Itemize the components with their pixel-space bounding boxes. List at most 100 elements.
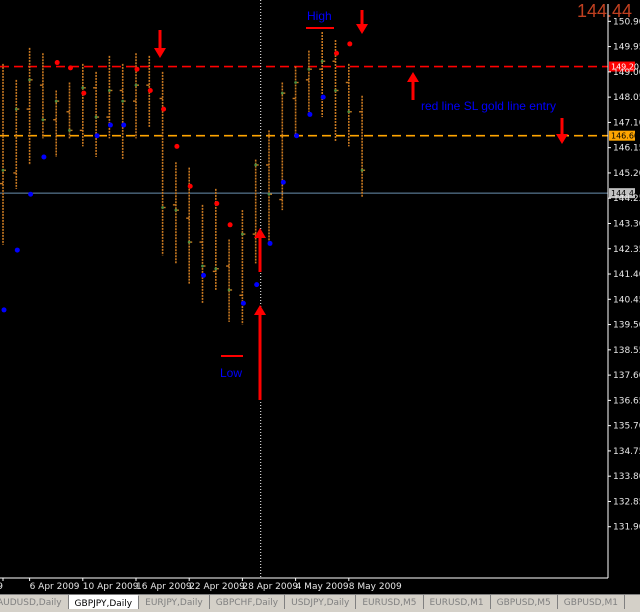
chart-tab[interactable]: GBPCHF,Daily: [210, 595, 286, 609]
price-tick-label: 143.30: [613, 219, 640, 229]
ohlc-close-mark: [294, 81, 297, 84]
sar-dot: [280, 179, 286, 185]
ohlc-close-mark: [68, 128, 71, 132]
sar-dot: [41, 154, 47, 160]
sar-dot: [307, 111, 313, 117]
sar-dot: [227, 222, 233, 228]
price-level-label: 146.60: [611, 132, 639, 141]
sar-dot: [347, 41, 353, 47]
chart-tab[interactable]: GBPJPY,Daily: [68, 595, 140, 609]
arrow-down-1-head: [154, 48, 166, 58]
price-tick-label: 138.55: [613, 346, 640, 356]
ohlc-chart[interactable]: 149.20146.60144.44 HighLowred line SL go…: [0, 0, 640, 594]
ohlc-close-mark: [227, 288, 231, 292]
ohlc-close-mark: [320, 59, 324, 63]
sar-dot: [1, 307, 7, 313]
chart-tab[interactable]: GBPUSD,M1: [558, 595, 625, 609]
price-tick-label: 149.00: [613, 68, 640, 78]
strategy-note: red line SL gold line entry: [421, 99, 556, 113]
sar-dot: [134, 66, 140, 72]
ohlc-close-mark: [187, 240, 191, 244]
price-tick-label: 142.35: [613, 245, 640, 255]
chart-tab[interactable]: EURJPY,Daily: [139, 595, 210, 609]
arrow-up-3-head: [254, 305, 266, 315]
ohlc-close-mark: [280, 91, 284, 95]
sar-dot: [121, 122, 127, 128]
ohlc-close-mark: [347, 110, 351, 114]
chart-tab[interactable]: AUDUSD,Daily: [0, 595, 69, 609]
price-tick-label: 140.45: [613, 295, 640, 305]
price-tick-label: 146.15: [613, 144, 640, 154]
time-tick-label: 4 May 2009: [296, 582, 349, 592]
sar-dot: [214, 201, 220, 207]
price-tick-label: 137.60: [613, 371, 640, 381]
time-tick-label: 22 Apr 2009: [189, 582, 245, 592]
price-tick-label: 136.65: [613, 396, 640, 406]
ohlc-close-mark: [307, 67, 311, 71]
time-tick-label: 8 May 2009: [349, 582, 402, 592]
sar-dot: [320, 94, 326, 100]
sar-dot: [81, 90, 87, 96]
sar-dot: [187, 183, 193, 189]
price-tick-label: 135.70: [613, 422, 640, 432]
arrow-down-3-head: [556, 134, 568, 144]
sar-dot: [294, 133, 300, 139]
ohlc-close-mark: [254, 163, 258, 167]
ohlc-close-mark: [201, 264, 204, 268]
price-tick-label: 147.10: [613, 118, 640, 128]
sar-dot: [107, 122, 113, 128]
price-tick-label: 131.90: [613, 523, 640, 533]
ohlc-close-mark: [81, 86, 85, 90]
sar-dot: [28, 191, 34, 197]
price-tick-label: 134.75: [613, 447, 640, 457]
sar-dot: [147, 87, 153, 93]
sar-dot: [161, 106, 167, 112]
price-tick-label: 132.85: [613, 497, 640, 507]
sar-dot: [94, 133, 100, 139]
ohlc-close-mark: [134, 83, 138, 87]
price-tick-label: 139.50: [613, 321, 640, 331]
ohlc-close-mark: [121, 99, 125, 103]
low-label: Low: [220, 366, 242, 380]
ohlc-close-mark: [28, 78, 31, 82]
ohlc-close-mark: [161, 206, 165, 209]
sar-dot: [334, 50, 339, 56]
ohlc-close-mark: [1, 168, 5, 172]
price-tick-label: 144.25: [613, 194, 640, 204]
ohlc-close-mark: [360, 168, 364, 172]
time-tick-label: 2009: [0, 582, 3, 592]
current-price-display: 144.44: [577, 1, 632, 21]
chart-tab[interactable]: EURUSD,M5: [356, 595, 424, 609]
price-tick-label: 145.20: [613, 169, 640, 179]
chart-tab[interactable]: EURUSD,M1: [424, 595, 491, 609]
price-tick-label: 133.80: [613, 472, 640, 482]
sar-dot: [267, 240, 273, 246]
ohlc-close-mark: [214, 267, 218, 271]
sar-dot: [201, 272, 206, 278]
ohlc-close-mark: [14, 107, 18, 111]
price-tick-label: 141.40: [613, 270, 640, 280]
time-tick-label: 10 Apr 2009: [83, 582, 139, 592]
high-label: High: [307, 9, 332, 23]
arrow-up-1-head: [407, 72, 419, 82]
sar-dot: [254, 282, 260, 288]
ohlc-close-mark: [94, 115, 98, 119]
sar-dot: [68, 65, 73, 71]
sar-dot: [174, 143, 180, 149]
ohlc-close-mark: [241, 232, 244, 236]
price-tick-label: 149.95: [613, 43, 640, 53]
chart-tab[interactable]: USDJPY,Daily: [285, 595, 357, 609]
price-tick-label: 148.05: [613, 93, 640, 103]
sar-dot: [14, 247, 20, 253]
sar-dot: [240, 300, 246, 306]
ohlc-close-mark: [174, 208, 178, 212]
ohlc-close-mark: [334, 89, 337, 92]
arrow-down-2-head: [356, 24, 368, 34]
ohlc-close-mark: [41, 118, 45, 122]
time-tick-label: 16 Apr 2009: [136, 582, 192, 592]
time-tick-label: 6 Apr 2009: [30, 582, 80, 592]
symbol-tab-bar: AUDUSD,Daily GBPJPY,Daily EURJPY,Daily GBPC…: [0, 594, 640, 612]
ohlc-close-mark: [267, 192, 271, 196]
chart-tab[interactable]: GBPUSD,M5: [491, 595, 558, 609]
ohlc-close-mark: [54, 99, 58, 103]
